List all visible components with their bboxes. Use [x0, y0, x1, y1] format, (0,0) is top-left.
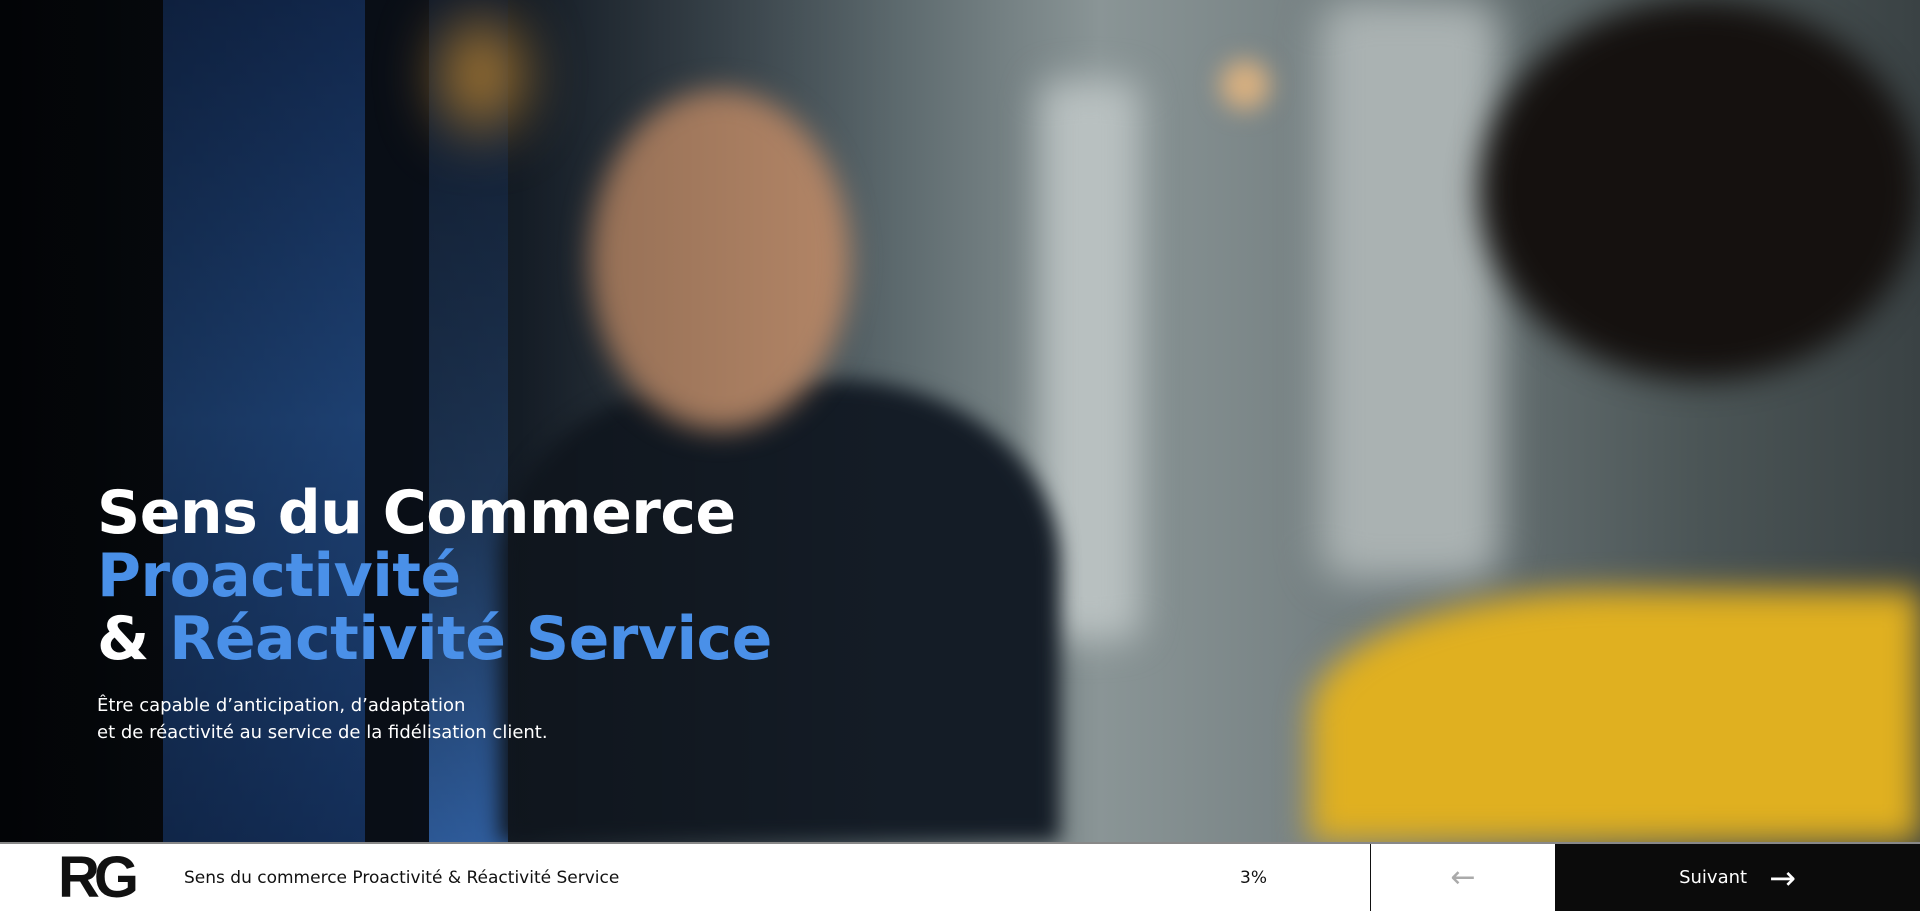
- course-title: Sens du commerce Proactivité & Réactivit…: [184, 868, 620, 888]
- person-shirt: [1310, 590, 1920, 842]
- title-line-2: Proactivité: [97, 541, 461, 611]
- title-line-3: & Réactivité Service: [97, 608, 772, 671]
- footer-nav-bar: RG Sens du commerce Proactivité & Réacti…: [0, 842, 1920, 911]
- person-hair: [1480, 0, 1920, 380]
- arrow-left-icon: ←: [1450, 860, 1476, 895]
- title-line-1: Sens du Commerce: [97, 478, 736, 548]
- previous-button[interactable]: ←: [1371, 844, 1555, 911]
- subtitle-line-1: Être capable d’anticipation, d’adaptatio…: [97, 695, 466, 716]
- rg-logo: RG: [58, 845, 139, 910]
- title-ampersand: &: [97, 604, 149, 674]
- next-button[interactable]: Suivant →: [1555, 844, 1920, 911]
- subtitle-line-2: et de réactivité au service de la fidéli…: [97, 722, 548, 743]
- pillar: [1320, 0, 1500, 580]
- hero-banner: Sens du Commerce Proactivité & Réactivit…: [0, 0, 1920, 842]
- title-line-3-text: Réactivité Service: [169, 604, 772, 674]
- page-title: Sens du Commerce Proactivité & Réactivit…: [97, 482, 772, 671]
- subtitle: Être capable d’anticipation, d’adaptatio…: [97, 692, 548, 746]
- bokeh-light: [1220, 60, 1270, 110]
- arrow-right-icon: →: [1769, 858, 1796, 897]
- progress-percent: 3%: [1240, 868, 1267, 888]
- next-label: Suivant: [1679, 867, 1748, 888]
